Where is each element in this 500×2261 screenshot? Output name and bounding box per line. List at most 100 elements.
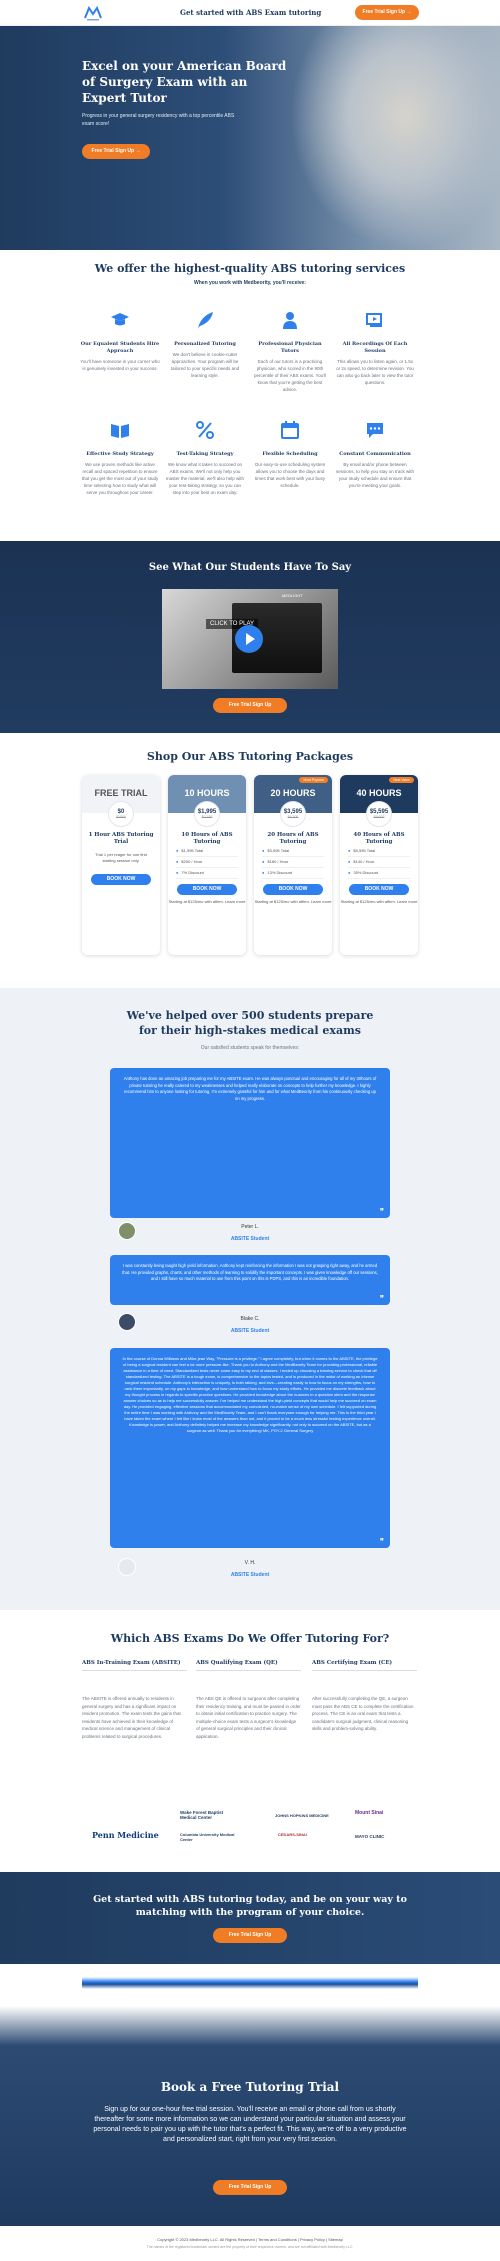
johns-hopkins-logo: JOHNS HOPKINS MEDICINE	[275, 1813, 329, 1818]
service-item: Flexible Scheduling Our easy-to-use sche…	[250, 420, 330, 489]
graduation-cap-icon	[111, 313, 129, 326]
penn-medicine-logo: Penn Medicine	[92, 1830, 159, 1840]
video-free-trial-button[interactable]: Free Trial Sign Up	[213, 698, 287, 713]
service-desc: We use proven methods like active recall…	[81, 462, 159, 495]
service-item: All Recordings Of Each Session This allo…	[335, 310, 415, 386]
best-value-badge: Best Value	[389, 777, 414, 783]
cta-free-trial-button[interactable]: Free Trial Sign Up	[213, 1928, 287, 1943]
cta-title: Get started with ABS tutoring today, and…	[93, 1894, 407, 1918]
feature-item: $5,595 Total	[348, 846, 410, 857]
exam-column: ABS Qualifying Exam (QE) The ABS QE is o…	[196, 1660, 301, 1740]
packages-title: Shop Our ABS Tutoring Packages	[146, 750, 354, 763]
service-item: Constant Communication By email and/or p…	[335, 420, 415, 489]
columbia-logo: Columbia University Medical Center	[180, 1832, 235, 1842]
review-text: In the course of Donna Williams and Mike…	[122, 1356, 378, 1433]
package-name: 40 Hours of ABS Tutoring	[353, 832, 405, 845]
hero-title: Excel on your American Board of Surgery …	[82, 59, 287, 105]
hero-subtitle: Progress in your general surgery residen…	[82, 113, 235, 127]
mayo-clinic-logo: MAYO CLINIC	[355, 1834, 385, 1839]
play-button[interactable]	[235, 625, 263, 653]
service-desc: Our easy-to-use scheduling system allows…	[254, 462, 326, 488]
package-features: $3,595 Total $180 / Hour 13% Discount	[254, 846, 332, 879]
book-now-button[interactable]: BOOK NOW	[349, 884, 409, 895]
package-card-10-hours: 10 HOURS $1,995 $2,150 10 Hours of ABS Tu…	[168, 775, 246, 955]
feature-item: $1,995 Total	[176, 846, 238, 857]
calendar-icon	[281, 421, 299, 439]
feature-item: 7% Discount	[176, 868, 238, 879]
cedars-sinai-logo: CEDARS-SINAI	[278, 1832, 307, 1837]
price-old: $1500	[116, 815, 126, 819]
exam-desc: The ABS QE is offered to surgeons after …	[196, 1696, 301, 1739]
reviewer-role: ABSITE Student	[230, 1236, 270, 1242]
trial-free-trial-button[interactable]: Free Trial Sign Up	[213, 2180, 287, 2195]
exam-desc: After successfully completing the QE, a …	[312, 1696, 414, 1731]
review-text: I was constantly being taught high yield…	[122, 1263, 378, 1281]
package-card-20-hours: 20 HOURS Most Popular $3,595 $4,300 20 Ho…	[254, 775, 332, 955]
book-now-button[interactable]: BOOK NOW	[263, 884, 323, 895]
reviewer-role: ABSITE Student	[230, 1328, 270, 1334]
most-popular-badge: Most Popular	[299, 777, 328, 783]
service-title: Effective Study Strategy	[86, 451, 154, 457]
wake-forest-logo: Wake Forest Baptist Medical Center	[180, 1810, 224, 1820]
book-now-button[interactable]: BOOK NOW	[91, 874, 151, 885]
affirm-text[interactable]: Starting at $125/mo with affirm. Learn m…	[254, 899, 332, 905]
recording-icon	[366, 313, 382, 327]
price-old: $2,150	[201, 815, 213, 819]
service-desc: We know what it takes to succeed on ABS …	[165, 462, 245, 495]
video-watermark: MEDLIGHT	[282, 593, 303, 598]
feature-item: 35% Discount	[348, 868, 410, 879]
review-bubble: I was constantly being taught high yield…	[110, 1255, 390, 1305]
testimonial-video[interactable]: MEDLIGHT CLICK TO PLAY	[162, 589, 338, 689]
service-title: Our Equalent Students Hire Approach	[80, 341, 160, 354]
feature-item: $140 / Hour	[348, 857, 410, 868]
book-now-button[interactable]: BOOK NOW	[177, 884, 237, 895]
reviewer: Peter L. ABSITE Student	[0, 1224, 500, 1242]
video-section-title: See What Our Students Have To Say	[148, 562, 352, 573]
review-bubble: In the course of Donna Williams and Mike…	[110, 1348, 390, 1548]
affirm-text[interactable]: Starting at $125/mo with affirm. Learn m…	[340, 899, 418, 905]
review-bubble: Anthony has done an amazing job preparin…	[110, 1068, 390, 1218]
package-features: $1,995 Total $200 / Hour 7% Discount	[168, 846, 246, 879]
header-tagline: Get started with ABS Exam tutoring	[180, 8, 322, 17]
footer-copyright[interactable]: Copyright © 2023 Medbeority LLC. All Rig…	[0, 2237, 500, 2242]
package-name: 1 Hour ABS Tutoring Trial	[88, 832, 154, 845]
header-free-trial-button[interactable]: Free Trial Sign Up →	[355, 5, 419, 20]
exam-desc: The ABSITE is offered annually to reside…	[82, 1696, 181, 1739]
service-desc: Each of our tutors is a practicing physi…	[254, 359, 326, 392]
package-price: $5,595 $8,600	[366, 801, 392, 827]
package-price: $1,995 $2,150	[194, 801, 220, 827]
service-item: Personalized Tutoring We don't believe i…	[165, 310, 245, 379]
book-icon	[111, 424, 129, 438]
service-title: Constant Communication	[339, 451, 411, 457]
package-card-40-hours: 40 HOURS Best Value $5,595 $8,600 40 Hour…	[340, 775, 418, 955]
service-title: Professional Physician Tutors	[258, 341, 322, 354]
chat-icon	[367, 423, 383, 438]
reviewer: Blake C. ABSITE Student	[0, 1316, 500, 1334]
package-features: $5,595 Total $140 / Hour 35% Discount	[340, 846, 418, 879]
reviewer-name: V. H.	[244, 1560, 256, 1566]
service-item: Professional Physician Tutors Each of ou…	[250, 310, 330, 393]
package-price: $3,595 $4,300	[280, 801, 306, 827]
reviewer-name: Peter L.	[241, 1224, 259, 1230]
exams-title: Which ABS Exams Do We Offer Tutoring For…	[110, 1632, 390, 1645]
price-old: $4,300	[287, 815, 299, 819]
reviews-subtitle: Our satisfied students speak for themsel…	[200, 1045, 300, 1051]
service-desc: This allows you to listen again, or 1.5x…	[336, 359, 414, 385]
hero-free-trial-button[interactable]: Free Trial Sign Up →	[82, 144, 150, 159]
service-item: Effective Study Strategy We use proven m…	[80, 420, 160, 496]
feature-item: 13% Discount	[262, 868, 324, 879]
feature-item: $180 / Hour	[262, 857, 324, 868]
service-title: Personalized Tutoring	[174, 341, 236, 347]
exam-title: ABS In-Training Exam (ABSITE)	[82, 1660, 187, 1671]
quote-icon: ❞	[379, 1293, 384, 1303]
percent-icon	[196, 421, 214, 439]
decorative-strip	[82, 1977, 418, 1989]
exam-title: ABS Certifying Exam (CE)	[312, 1660, 417, 1671]
medbeority-logo[interactable]	[82, 4, 104, 22]
review-text: Anthony has done an amazing job preparin…	[123, 1076, 377, 1101]
service-item: Our Equalent Students Hire Approach You'…	[80, 310, 160, 372]
service-title: All Recordings Of Each Session	[342, 341, 408, 354]
service-desc: By email and/or phone between sessions, …	[335, 462, 415, 488]
services-subtitle: When you work with Medbeority, you'll re…	[194, 280, 306, 286]
affirm-text[interactable]: Starting at $125/mo with affirm. Learn m…	[168, 899, 246, 905]
